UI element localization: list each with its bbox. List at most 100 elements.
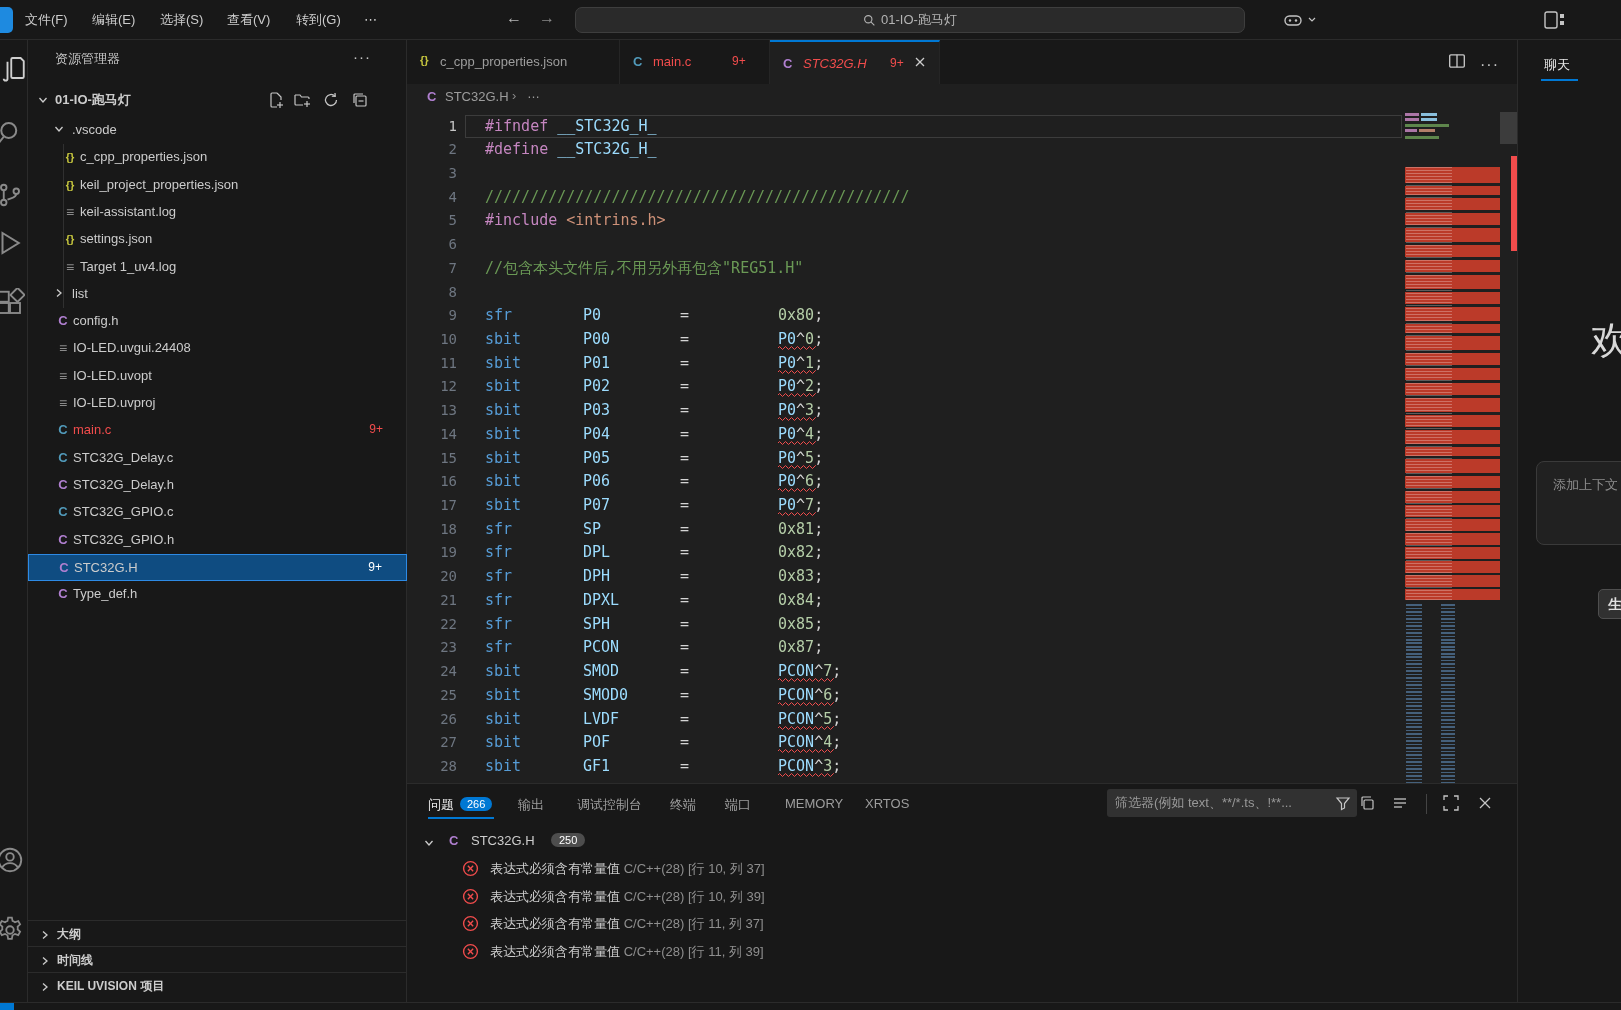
code-line-25[interactable]: 25sbitSMOD0=PCON^6; [407,684,1405,708]
new-file-icon[interactable] [268,92,284,108]
file-row-IO-LED.uvgui.24408[interactable]: ≡IO-LED.uvgui.24408 [28,335,407,362]
problems-file-group[interactable]: C STC32G.H 250 [407,829,1517,855]
code-line-7[interactable]: 7//包含本头文件后,不用另外再包含"REG51.H" [407,257,1405,281]
panel-tab-终端[interactable]: 终端 [670,796,696,814]
panel-tab-端口[interactable]: 端口 [725,796,751,814]
code-line-10[interactable]: 10sbitP00=P0^0; [407,328,1405,352]
panel-tab-输出[interactable]: 输出 [518,796,544,814]
refresh-icon[interactable] [323,92,339,108]
view-as-list-icon[interactable] [1392,795,1410,813]
menu-文件(F)[interactable]: 文件(F) [16,0,77,40]
tab-STC32G.H[interactable]: CSTC32G.H9+ [770,40,940,84]
menu-⋯[interactable]: ⋯ [355,0,386,40]
search-icon[interactable] [0,118,25,148]
code-line-19[interactable]: 19sfrDPL=0x82; [407,541,1405,565]
remote-indicator[interactable] [0,1003,14,1010]
collapse-all-icon[interactable] [352,92,368,108]
command-center-search[interactable]: 01-IO-跑马灯 [575,7,1245,33]
file-row-STC32G_Delay.h[interactable]: CSTC32G_Delay.h [28,472,407,499]
code-line-17[interactable]: 17sbitP07=P0^7; [407,494,1405,518]
tab-c_cpp_properties.json[interactable]: {}c_cpp_properties.json [407,40,620,84]
code-line-12[interactable]: 12sbitP02=P0^2; [407,375,1405,399]
extensions-icon[interactable] [0,288,25,318]
section-KEIL UVISION 项目[interactable]: KEIL UVISION 项目 [28,972,407,998]
code-line-16[interactable]: 16sbitP06=P0^6; [407,470,1405,494]
file-row-IO-LED.uvproj[interactable]: ≡IO-LED.uvproj [28,390,407,417]
generate-button[interactable]: 生 [1598,589,1621,619]
source-control-icon[interactable] [0,180,25,210]
section-大纲[interactable]: 大纲 [28,920,407,946]
code-line-8[interactable]: 8 [407,281,1405,305]
copy-icon[interactable] [1359,795,1377,813]
more-actions-icon[interactable]: ··· [1480,56,1499,73]
minimap[interactable] [1405,112,1500,823]
overview-ruler[interactable] [1500,112,1517,823]
code-line-2[interactable]: 2#define __STC32G_H_ [407,138,1405,162]
file-row-c_cpp_properties.json[interactable]: {}c_cpp_properties.json [28,144,407,171]
file-row-.vscode[interactable]: .vscode [28,117,407,144]
code-line-26[interactable]: 26sbitLVDF=PCON^5; [407,708,1405,732]
panel-tab-XRTOS[interactable]: XRTOS [865,796,909,811]
file-row-STC32G_GPIO.c[interactable]: CSTC32G_GPIO.c [28,499,407,526]
copilot-icon[interactable] [1283,10,1319,30]
chat-input[interactable]: 添加上下文 [1536,461,1621,545]
code-line-14[interactable]: 14sbitP04=P0^4; [407,423,1405,447]
explorer-icon[interactable] [0,53,25,83]
code-line-4[interactable]: 4///////////////////////////////////////… [407,186,1405,210]
new-folder-icon[interactable] [294,92,310,108]
nav-forward-button[interactable]: → [536,9,558,27]
code-line-24[interactable]: 24sbitSMOD=PCON^7; [407,660,1405,684]
panel-tab-MEMORY[interactable]: MEMORY [785,796,843,811]
code-line-28[interactable]: 28sbitGF1=PCON^3; [407,755,1405,779]
panel-tab-调试控制台[interactable]: 调试控制台 [577,796,642,814]
problems-filter-input[interactable]: 筛选器(例如 text、**/*.ts、!**... [1107,789,1357,817]
file-row-keil_project_properties.json[interactable]: {}keil_project_properties.json [28,172,407,199]
problem-row[interactable]: 表达式必须含有常量值 C/C++(28) [行 10, 列 39] [407,883,1517,911]
settings-icon[interactable] [0,915,25,945]
menu-编辑(E)[interactable]: 编辑(E) [83,0,144,40]
code-line-15[interactable]: 15sbitP05=P0^5; [407,447,1405,471]
code-line-5[interactable]: 5#include <intrins.h> [407,209,1405,233]
menu-转到(G)[interactable]: 转到(G) [287,0,350,40]
code-line-9[interactable]: 9sfrP0=0x80; [407,304,1405,328]
file-row-IO-LED.uvopt[interactable]: ≡IO-LED.uvopt [28,363,407,390]
project-root-row[interactable]: 01-IO-跑马灯 [28,88,407,112]
nav-back-button[interactable]: ← [503,9,525,27]
file-row-settings.json[interactable]: {}settings.json [28,226,407,253]
code-editor[interactable]: 1#ifndef __STC32G_H_2#define __STC32G_H_… [407,112,1405,823]
code-line-11[interactable]: 11sbitP01=P0^1; [407,352,1405,376]
split-editor-icon[interactable] [1448,56,1466,73]
code-line-23[interactable]: 23sfrPCON=0x87; [407,636,1405,660]
file-row-Target 1_uv4.log[interactable]: ≡Target 1_uv4.log [28,254,407,281]
run-debug-icon[interactable] [0,228,25,258]
menu-选择(S)[interactable]: 选择(S) [151,0,212,40]
customize-layout-icon[interactable] [1543,11,1565,29]
panel-tab-问题[interactable]: 问题266 [428,796,492,814]
file-row-list[interactable]: list [28,281,407,308]
breadcrumb[interactable]: C STC32G.H › … [407,84,1517,112]
problem-row[interactable]: 表达式必须含有常量值 C/C++(28) [行 11, 列 39] [407,938,1517,966]
sidebar-more-icon[interactable]: ··· [353,48,371,65]
file-row-STC32G.H[interactable]: CSTC32G.H9+ [28,554,407,581]
tab-main.c[interactable]: Cmain.c9+ [620,40,770,84]
problem-row[interactable]: 表达式必须含有常量值 C/C++(28) [行 11, 列 37] [407,910,1517,938]
problem-row[interactable]: 表达式必须含有常量值 C/C++(28) [行 10, 列 37] [407,855,1517,883]
code-line-27[interactable]: 27sbitPOF=PCON^4; [407,731,1405,755]
file-row-Type_def.h[interactable]: CType_def.h [28,581,407,608]
close-icon[interactable] [912,54,930,72]
code-line-1[interactable]: 1#ifndef __STC32G_H_ [407,115,1405,139]
scrollbar-slider[interactable] [1500,112,1517,144]
close-panel-icon[interactable] [1477,795,1495,813]
code-line-3[interactable]: 3 [407,162,1405,186]
code-line-22[interactable]: 22sfrSPH=0x85; [407,613,1405,637]
file-row-keil-assistant.log[interactable]: ≡keil-assistant.log [28,199,407,226]
code-line-6[interactable]: 6 [407,233,1405,257]
code-line-20[interactable]: 20sfrDPH=0x83; [407,565,1405,589]
section-时间线[interactable]: 时间线 [28,946,407,972]
breadcrumb-file[interactable]: STC32G.H [445,89,509,104]
file-row-STC32G_Delay.c[interactable]: CSTC32G_Delay.c [28,445,407,472]
file-row-config.h[interactable]: Cconfig.h [28,308,407,335]
maximize-panel-icon[interactable] [1443,795,1461,813]
menu-查看(V)[interactable]: 查看(V) [218,0,279,40]
code-line-21[interactable]: 21sfrDPXL=0x84; [407,589,1405,613]
